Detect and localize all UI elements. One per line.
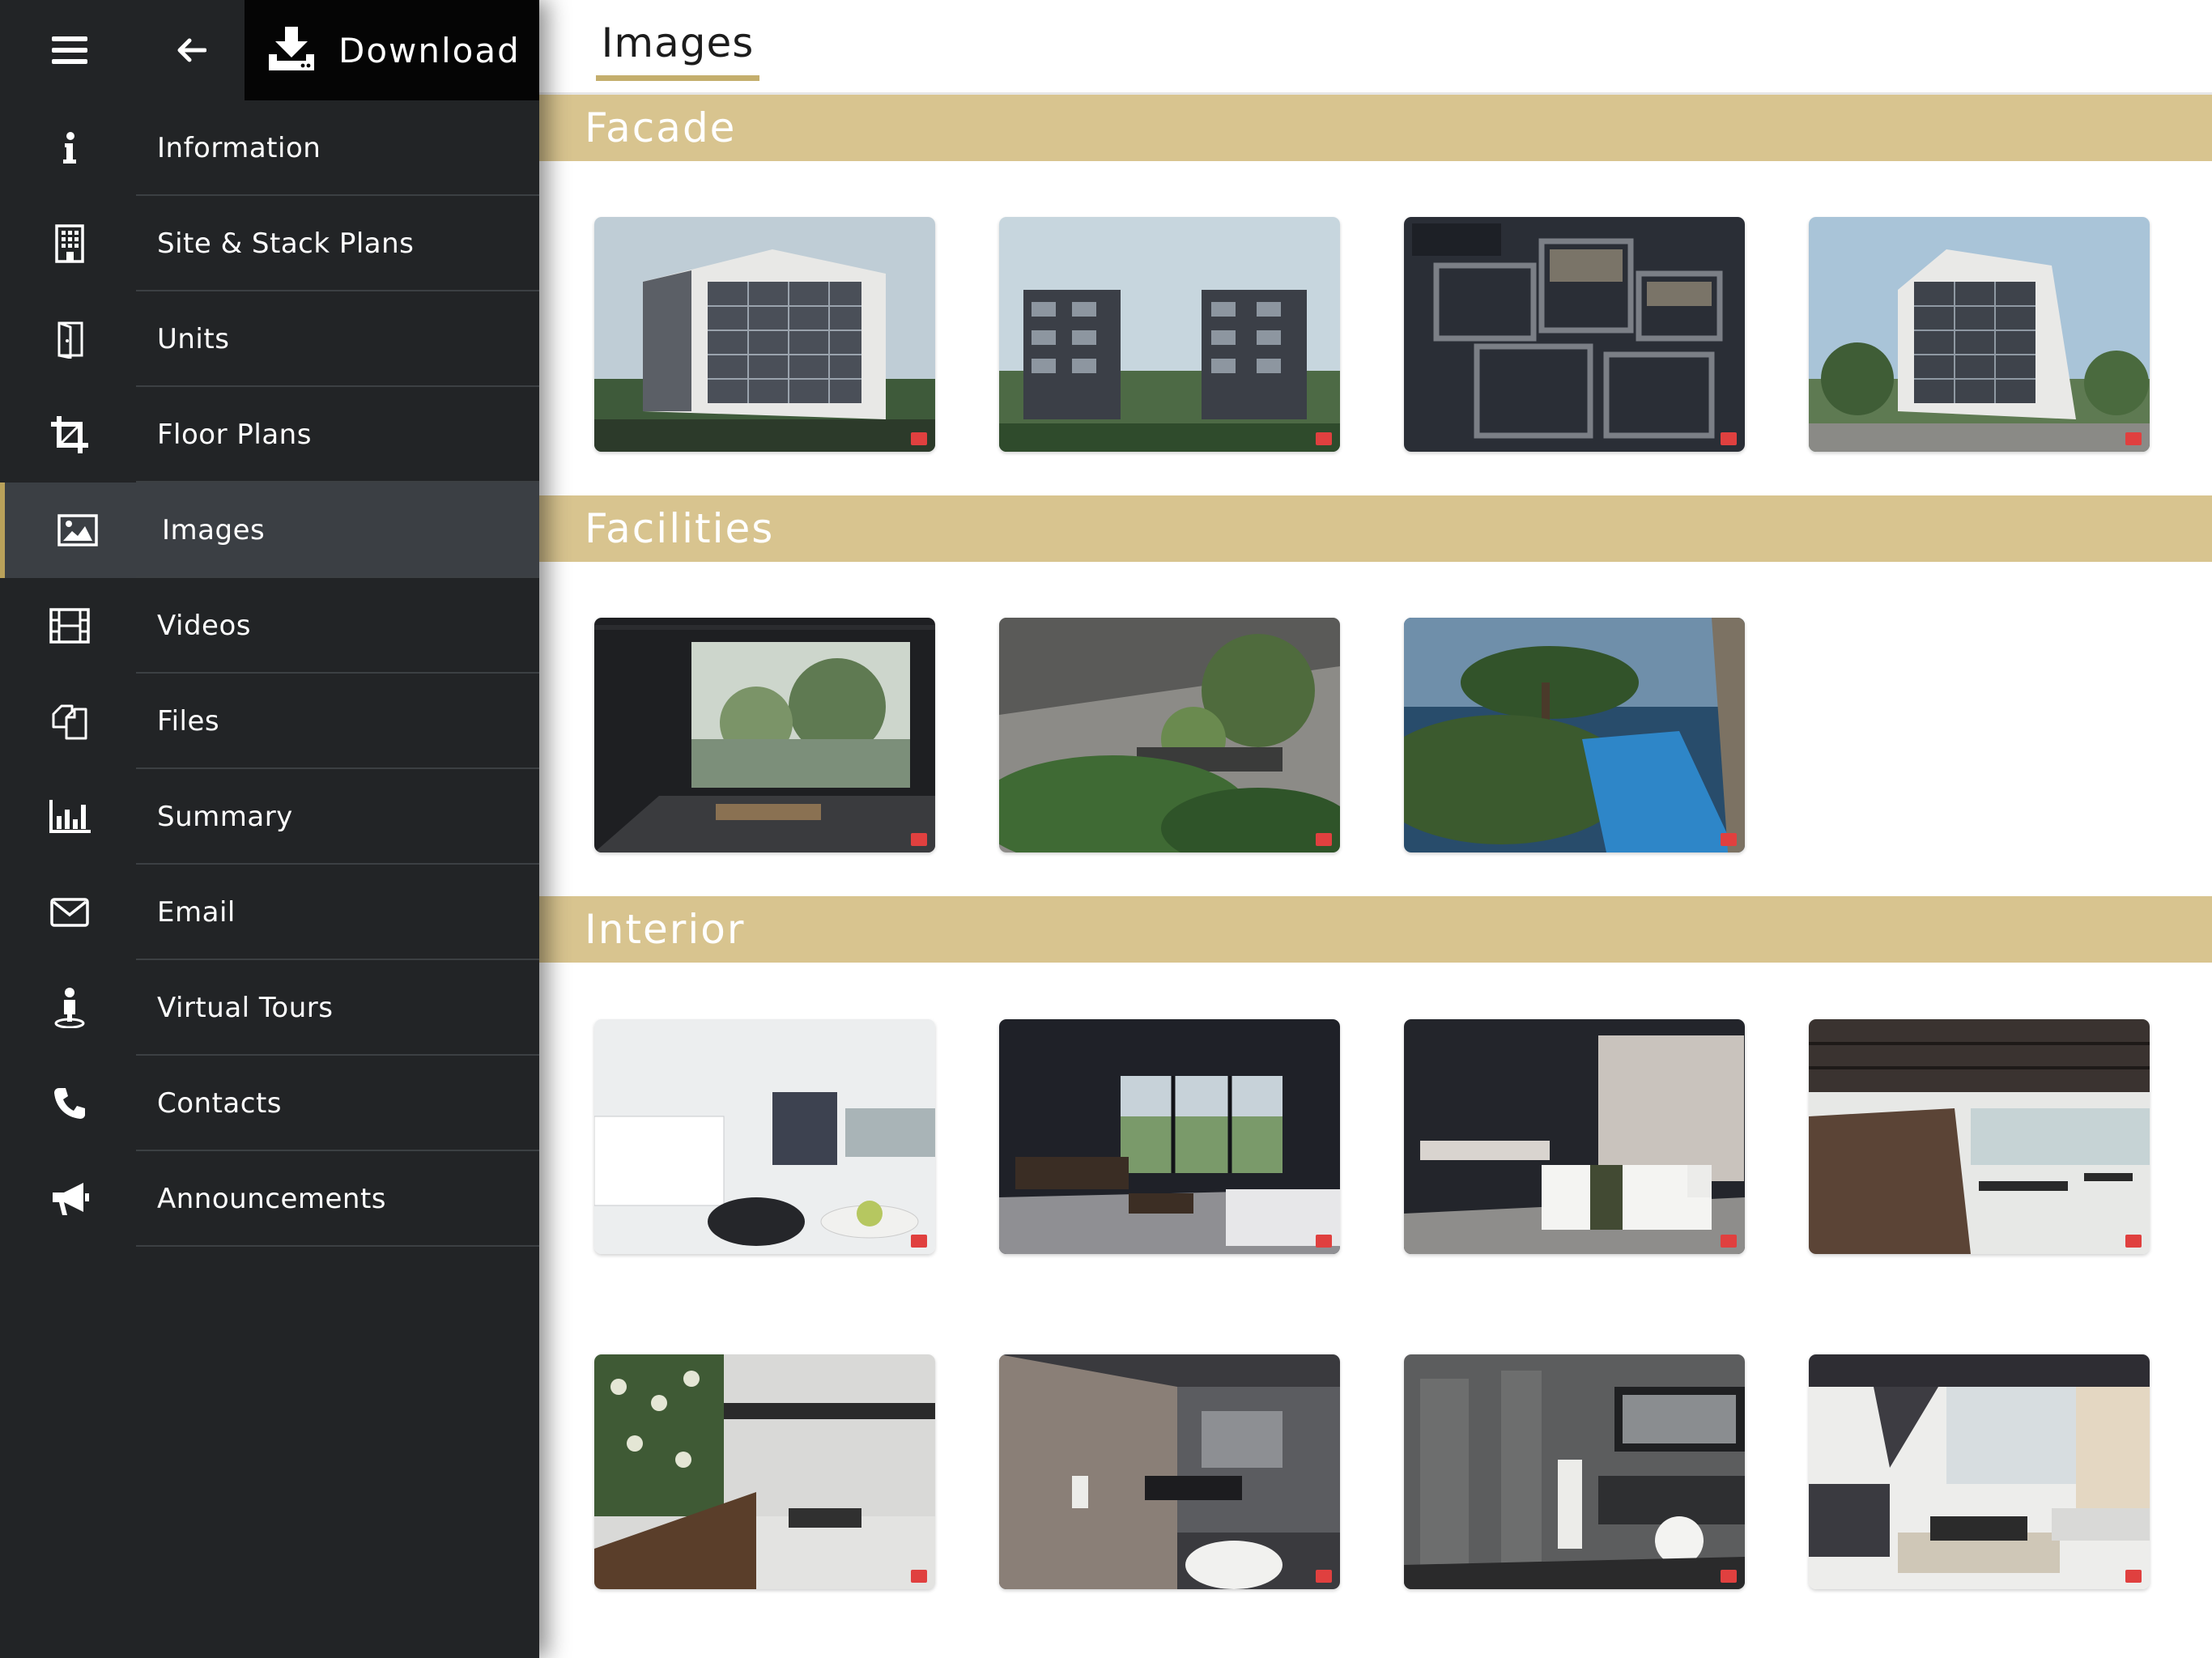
- film-icon: [49, 608, 90, 644]
- tab-label: Images: [601, 19, 755, 66]
- sidebar-item-label: Images: [162, 514, 266, 546]
- sidebar-item-contacts[interactable]: Contacts: [0, 1056, 539, 1151]
- arrow-left-icon: [177, 38, 206, 62]
- badge: [1721, 1235, 1737, 1248]
- sidebar-item-floor-plans[interactable]: Floor Plans: [0, 387, 539, 483]
- interior-image-7[interactable]: [1404, 1354, 1745, 1589]
- interior-image-4[interactable]: [1809, 1019, 2150, 1254]
- section-header-facade: Facade: [539, 95, 2212, 161]
- sidebar-item-virtual-tours[interactable]: Virtual Tours: [0, 960, 539, 1056]
- sidebar-item-files[interactable]: Files: [0, 674, 539, 769]
- badge: [1721, 833, 1737, 846]
- megaphone-icon: [53, 1183, 89, 1215]
- hamburger-button[interactable]: [0, 0, 139, 100]
- badge: [1316, 833, 1332, 846]
- sidebar-item-label: Announcements: [157, 1183, 386, 1215]
- sidebar: Download Information Site & Stack Plans …: [0, 0, 539, 1658]
- tab-bar: Images: [539, 0, 2212, 96]
- sidebar-menu: Information Site & Stack Plans Units Flo…: [0, 100, 539, 1247]
- door-icon: [57, 321, 83, 359]
- phone-icon: [54, 1088, 85, 1119]
- sidebar-item-information[interactable]: Information: [0, 100, 539, 196]
- badge: [911, 1570, 927, 1583]
- facade-image-1[interactable]: [594, 217, 935, 452]
- section-header-interior: Interior: [539, 896, 2212, 963]
- sidebar-toolbar: Download: [0, 0, 539, 100]
- badge: [2125, 1570, 2142, 1583]
- facilities-image-2[interactable]: [999, 618, 1340, 852]
- sidebar-item-label: Information: [157, 132, 321, 164]
- sidebar-item-announcements[interactable]: Announcements: [0, 1151, 539, 1247]
- sidebar-item-label: Virtual Tours: [157, 992, 334, 1024]
- interior-image-1[interactable]: [594, 1019, 935, 1254]
- interior-image-5[interactable]: [594, 1354, 935, 1589]
- facilities-image-3[interactable]: [1404, 618, 1745, 852]
- sidebar-item-units[interactable]: Units: [0, 291, 539, 387]
- badge: [1316, 1235, 1332, 1248]
- sidebar-item-email[interactable]: Email: [0, 865, 539, 960]
- interior-image-3[interactable]: [1404, 1019, 1745, 1254]
- tab-images[interactable]: Images: [596, 0, 759, 81]
- person-pin-icon: [54, 988, 85, 1028]
- badge: [1721, 1570, 1737, 1583]
- download-icon: [269, 27, 314, 70]
- badge: [2125, 1235, 2142, 1248]
- interior-image-8[interactable]: [1809, 1354, 2150, 1589]
- back-button[interactable]: [139, 0, 245, 100]
- sidebar-item-label: Units: [157, 323, 230, 355]
- sidebar-item-label: Floor Plans: [157, 419, 312, 451]
- facade-image-2[interactable]: [999, 217, 1340, 452]
- files-icon: [52, 704, 87, 740]
- sidebar-item-videos[interactable]: Videos: [0, 578, 539, 674]
- download-button[interactable]: Download: [245, 0, 539, 100]
- sidebar-item-images[interactable]: Images: [0, 483, 539, 578]
- info-icon: [63, 132, 76, 164]
- image-icon: [57, 514, 98, 546]
- building-icon: [55, 224, 84, 263]
- sidebar-item-summary[interactable]: Summary: [0, 769, 539, 865]
- sidebar-item-label: Files: [157, 705, 220, 738]
- interior-image-2[interactable]: [999, 1019, 1340, 1254]
- sidebar-item-site-stack-plans[interactable]: Site & Stack Plans: [0, 196, 539, 291]
- section-title: Facilities: [585, 505, 775, 552]
- interior-image-6[interactable]: [999, 1354, 1340, 1589]
- badge: [911, 432, 927, 445]
- badge: [1316, 1570, 1332, 1583]
- download-label: Download: [338, 30, 521, 70]
- badge: [1721, 432, 1737, 445]
- envelope-icon: [50, 898, 89, 927]
- main-content: Images Facade Facilities Interior: [539, 0, 2212, 1658]
- sidebar-item-label: Summary: [157, 801, 293, 833]
- sidebar-item-label: Site & Stack Plans: [157, 227, 415, 260]
- badge: [911, 833, 927, 846]
- sidebar-item-label: Contacts: [157, 1087, 282, 1120]
- section-title: Interior: [585, 906, 746, 953]
- section-header-facilities: Facilities: [539, 495, 2212, 562]
- facade-image-3[interactable]: [1404, 217, 1745, 452]
- hamburger-menu-icon: [52, 36, 87, 64]
- sidebar-item-label: Email: [157, 896, 236, 929]
- badge: [1316, 432, 1332, 445]
- facilities-image-1[interactable]: [594, 618, 935, 852]
- crop-icon: [51, 416, 88, 453]
- section-title: Facade: [585, 104, 737, 151]
- bar-chart-icon: [49, 800, 91, 833]
- badge: [911, 1235, 927, 1248]
- badge: [2125, 432, 2142, 445]
- facade-image-4[interactable]: [1809, 217, 2150, 452]
- sidebar-item-label: Videos: [157, 610, 251, 642]
